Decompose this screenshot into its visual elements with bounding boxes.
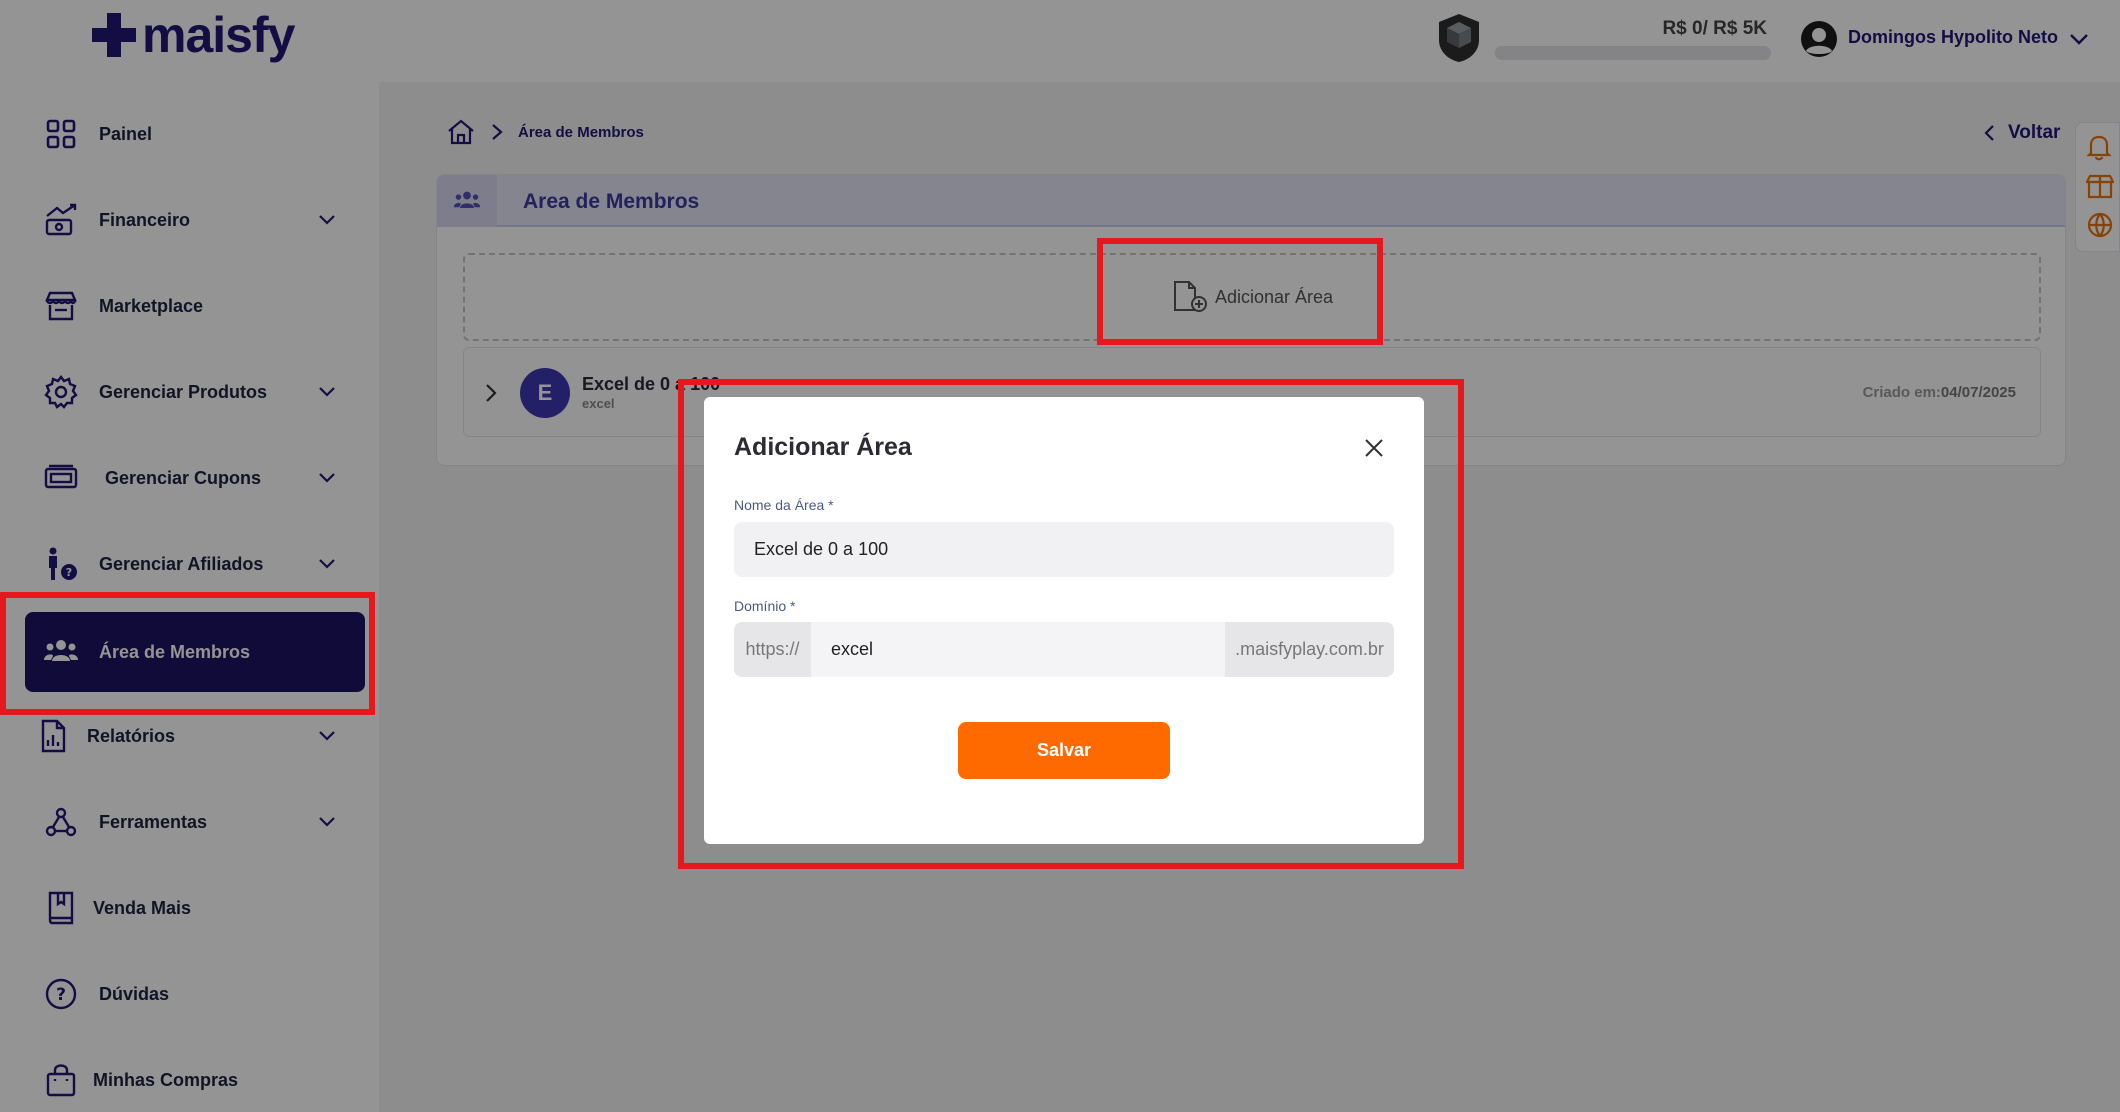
close-icon[interactable] bbox=[1361, 435, 1387, 461]
domain-suffix: .maisfyplay.com.br bbox=[1225, 622, 1394, 677]
add-area-modal: Adicionar Área Nome da Área * Domínio * … bbox=[704, 397, 1424, 844]
area-name-label: Nome da Área * bbox=[734, 497, 834, 513]
save-button[interactable]: Salvar bbox=[958, 722, 1170, 779]
domain-label: Domínio * bbox=[734, 598, 796, 614]
area-name-input[interactable] bbox=[734, 522, 1394, 577]
modal-title: Adicionar Área bbox=[734, 433, 912, 461]
domain-prefix: https:// bbox=[734, 622, 811, 677]
domain-field-group: https:// .maisfyplay.com.br bbox=[734, 622, 1394, 677]
domain-input[interactable] bbox=[811, 622, 1225, 677]
